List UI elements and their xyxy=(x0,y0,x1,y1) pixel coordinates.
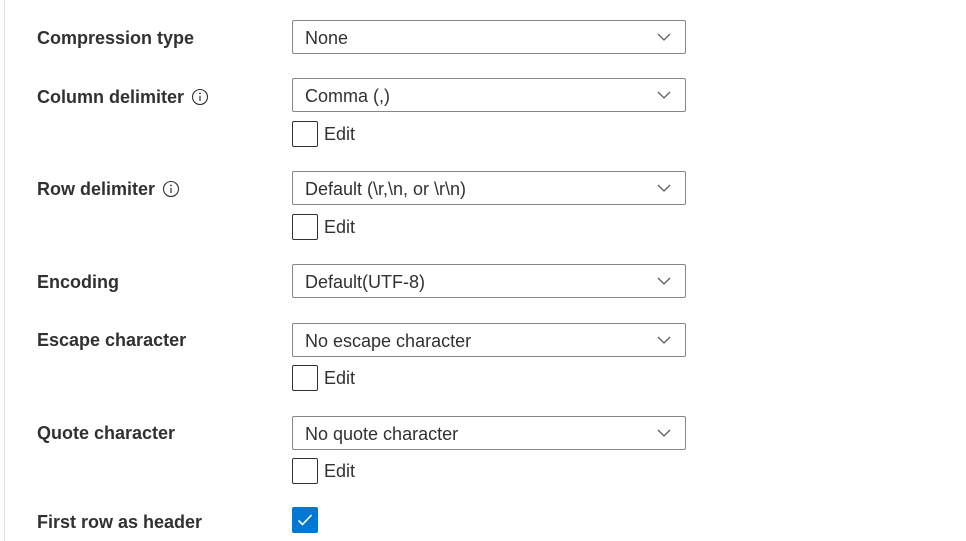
row-delimiter-value: Default (\r,\n, or \r\n) xyxy=(305,179,467,199)
encoding-label: Encoding xyxy=(37,270,119,294)
checkbox-box[interactable] xyxy=(292,458,318,484)
compression-type-label: Compression type xyxy=(37,26,194,50)
encoding-dropdown[interactable]: Default(UTF-8) xyxy=(292,264,686,298)
quote-character-value: No quote character xyxy=(305,424,459,444)
chevron-down-icon xyxy=(657,429,671,437)
encoding-label-text: Encoding xyxy=(37,272,119,292)
row-delimiter-label: Row delimiter xyxy=(37,177,180,201)
compression-type-dropdown[interactable]: None xyxy=(292,20,686,54)
column-delimiter-edit-checkbox[interactable]: Edit xyxy=(292,121,355,147)
quote-character-label-text: Quote character xyxy=(37,423,176,443)
quote-character-dropdown[interactable]: No quote character xyxy=(292,416,686,450)
checkbox-box[interactable] xyxy=(292,121,318,147)
column-delimiter-value: Comma (,) xyxy=(305,86,390,106)
escape-character-edit-checkbox[interactable]: Edit xyxy=(292,365,355,391)
checkbox-box[interactable] xyxy=(292,214,318,240)
column-delimiter-label-text: Column delimiter xyxy=(37,87,185,107)
compression-type-label-text: Compression type xyxy=(37,28,195,48)
chevron-down-icon xyxy=(657,336,671,344)
panel-left-border xyxy=(4,0,5,541)
column-delimiter-dropdown[interactable]: Comma (,) xyxy=(292,78,686,112)
quote-character-label: Quote character xyxy=(37,421,175,445)
edit-label: Edit xyxy=(324,368,356,388)
chevron-down-icon xyxy=(657,33,671,41)
column-delimiter-label: Column delimiter xyxy=(37,85,209,109)
chevron-down-icon xyxy=(657,277,671,285)
chevron-down-icon xyxy=(657,91,671,99)
row-delimiter-edit-checkbox[interactable]: Edit xyxy=(292,214,355,240)
info-icon[interactable] xyxy=(162,180,180,198)
encoding-value: Default(UTF-8) xyxy=(305,272,426,292)
info-icon[interactable] xyxy=(191,88,209,106)
checkmark-icon xyxy=(297,514,313,526)
row-delimiter-dropdown[interactable]: Default (\r,\n, or \r\n) xyxy=(292,171,686,205)
first-row-header-label: First row as header xyxy=(37,510,202,534)
first-row-header-label-text: First row as header xyxy=(37,512,203,532)
edit-label: Edit xyxy=(324,461,356,481)
row-delimiter-label-text: Row delimiter xyxy=(37,179,156,199)
edit-label: Edit xyxy=(324,217,356,237)
escape-character-label: Escape character xyxy=(37,328,186,352)
escape-character-value: No escape character xyxy=(305,331,472,351)
edit-label: Edit xyxy=(324,124,356,144)
compression-type-value: None xyxy=(305,28,349,48)
escape-character-dropdown[interactable]: No escape character xyxy=(292,323,686,357)
escape-character-label-text: Escape character xyxy=(37,330,187,350)
checkbox-box[interactable] xyxy=(292,365,318,391)
first-row-header-checkbox[interactable] xyxy=(292,507,318,533)
chevron-down-icon xyxy=(657,184,671,192)
quote-character-edit-checkbox[interactable]: Edit xyxy=(292,458,355,484)
